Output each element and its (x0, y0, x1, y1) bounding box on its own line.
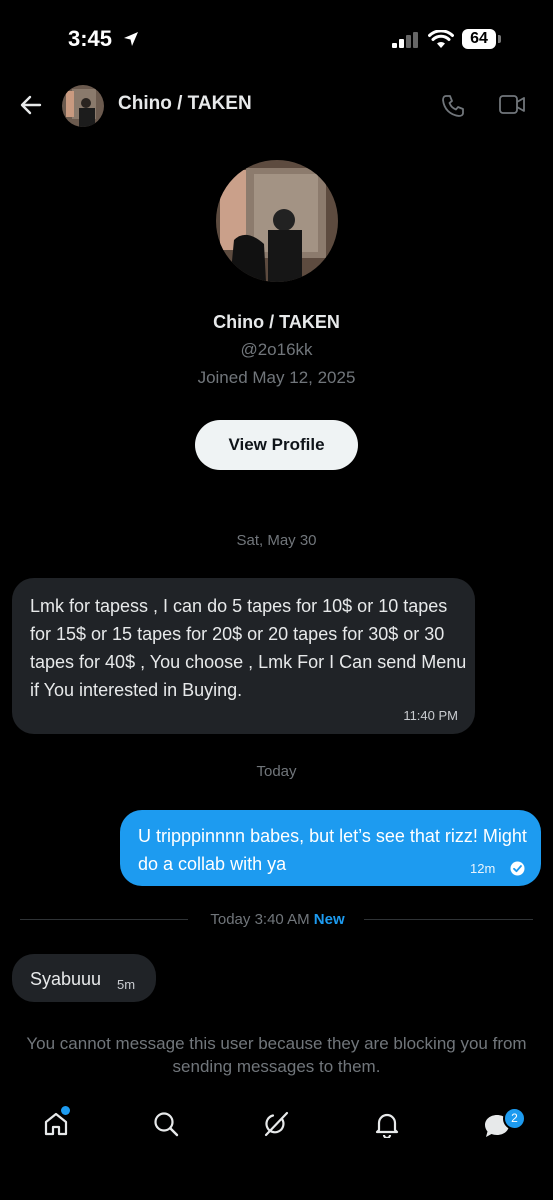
new-label: New (313, 911, 345, 928)
profile-handle: @2o16kk (240, 340, 313, 359)
battery-indicator: 64 (462, 29, 496, 49)
status-time: 3:45 (68, 26, 113, 51)
view-profile-button[interactable]: View Profile (195, 420, 358, 470)
video-call-icon[interactable] (498, 93, 526, 117)
new-messages-separator: Today 3:40 AM New (195, 911, 360, 928)
home-notification-dot (61, 1106, 70, 1115)
divider (364, 919, 533, 920)
search-icon[interactable] (152, 1110, 180, 1138)
profile-name: Chino / TAKEN (213, 312, 340, 332)
date-separator-today: Today (256, 763, 297, 780)
message-text: Lmk for tapess , I can do 5 tapes for 10… (30, 596, 467, 700)
new-separator-time: Today 3:40 AM (210, 911, 310, 928)
messages-badge: 2 (503, 1107, 526, 1130)
notifications-icon[interactable] (373, 1110, 401, 1138)
profile-avatar[interactable] (216, 160, 338, 282)
message-text: Syabuuu (30, 969, 102, 989)
profile-joined-date: Joined May 12, 2025 (197, 368, 356, 387)
location-arrow-icon (124, 32, 138, 46)
message-timestamp: 5m (117, 977, 136, 992)
date-separator: Sat, May 30 (236, 532, 317, 549)
read-receipt-icon (510, 861, 525, 876)
header-avatar[interactable] (62, 85, 104, 127)
wifi-icon (428, 30, 454, 48)
cellular-signal-icon (392, 32, 418, 48)
battery-nub (498, 35, 501, 43)
sent-message-timestamp: 12m (470, 861, 496, 876)
message-timestamp: 11:40 PM (403, 708, 458, 723)
header-name[interactable]: Chino / TAKEN (118, 93, 252, 115)
back-arrow-icon[interactable] (18, 92, 44, 118)
grok-icon[interactable] (262, 1110, 290, 1138)
phone-icon[interactable] (440, 93, 466, 119)
blocked-notice: You cannot message this user because the… (26, 1034, 527, 1076)
divider (20, 919, 188, 920)
